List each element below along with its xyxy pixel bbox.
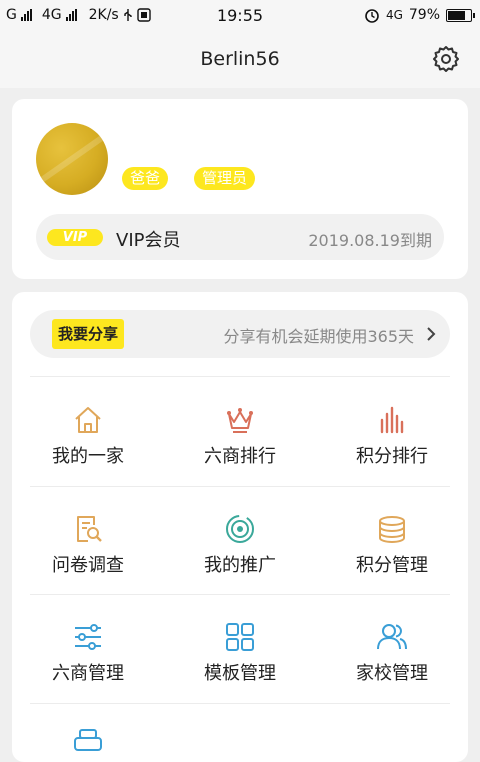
menu-item-label: 我的推广 <box>204 555 276 576</box>
menu-item-points-ranking[interactable]: 积分排行 <box>316 382 468 490</box>
gear-icon[interactable] <box>432 44 460 72</box>
menu-card: 我要分享 分享有机会延期使用365天 我的一家 六商排行 积分排行 问卷调查 我… <box>12 292 468 762</box>
divider <box>30 703 450 704</box>
menu-item-label: 积分排行 <box>356 446 428 467</box>
share-promo-text: 分享有机会延期使用365天 <box>223 327 414 346</box>
menu-item-label: 问卷调查 <box>52 555 124 576</box>
share-button[interactable]: 我要分享 <box>52 319 125 349</box>
status-bar: G 4G 2K/s 19:55 4G 79% <box>0 0 480 32</box>
alarm-icon <box>365 9 379 23</box>
menu-item-points-management[interactable]: 积分管理 <box>316 491 468 599</box>
app-header: Berlin56 <box>0 32 480 88</box>
menu-item-home-school-management[interactable]: 家校管理 <box>316 599 468 707</box>
vip-membership-bar[interactable]: VIP VIP会员 2019.08.19到期 <box>36 214 444 260</box>
menu-item-my-family[interactable]: 我的一家 <box>12 382 164 490</box>
network-type: 4G <box>385 8 403 22</box>
divider <box>30 594 450 595</box>
vip-badge: VIP <box>47 229 103 246</box>
menu-item-template-management[interactable]: 模板管理 <box>164 599 316 707</box>
role-tag-parent: 爸爸 <box>122 167 169 190</box>
divider <box>30 486 450 487</box>
menu-item-six-management[interactable]: 六商管理 <box>12 599 164 707</box>
menu-item-my-promotion[interactable]: 我的推广 <box>164 491 316 599</box>
menu-item-label: 积分管理 <box>356 555 428 576</box>
menu-item-survey[interactable]: 问卷调查 <box>12 491 164 599</box>
share-bar[interactable]: 我要分享 分享有机会延期使用365天 <box>30 310 450 358</box>
vip-label: VIP会员 <box>116 230 181 251</box>
menu-item-label: 模板管理 <box>204 663 276 684</box>
battery-percent: 79% <box>408 7 440 23</box>
avatar[interactable] <box>36 123 108 195</box>
role-tag-admin: 管理员 <box>194 167 256 190</box>
sliders-icon <box>75 624 101 650</box>
menu-item-label: 家校管理 <box>356 663 428 684</box>
menu-item-six-ranking[interactable]: 六商排行 <box>164 382 316 490</box>
menu-item-label: 六商管理 <box>52 663 124 684</box>
battery-icon <box>446 8 475 22</box>
printer-icon <box>74 729 102 751</box>
coins-stack-icon <box>379 516 405 544</box>
profile-card: 爸爸 管理员 VIP VIP会员 2019.08.19到期 <box>12 99 468 279</box>
users-icon <box>377 624 407 650</box>
status-right: 4G 79% <box>364 7 475 23</box>
crown-icon <box>227 408 253 433</box>
grid-icon <box>226 623 254 651</box>
document-search-icon <box>77 516 102 542</box>
menu-item-label: 六商排行 <box>204 446 276 467</box>
target-icon <box>226 515 254 543</box>
bar-chart-icon <box>380 406 404 434</box>
house-icon <box>75 407 101 433</box>
vip-expire-date: 2019.08.19到期 <box>308 231 432 250</box>
divider <box>30 376 450 377</box>
page-title: Berlin56 <box>200 48 280 70</box>
chevron-right-icon <box>427 327 436 341</box>
menu-item-label: 我的一家 <box>52 446 124 467</box>
